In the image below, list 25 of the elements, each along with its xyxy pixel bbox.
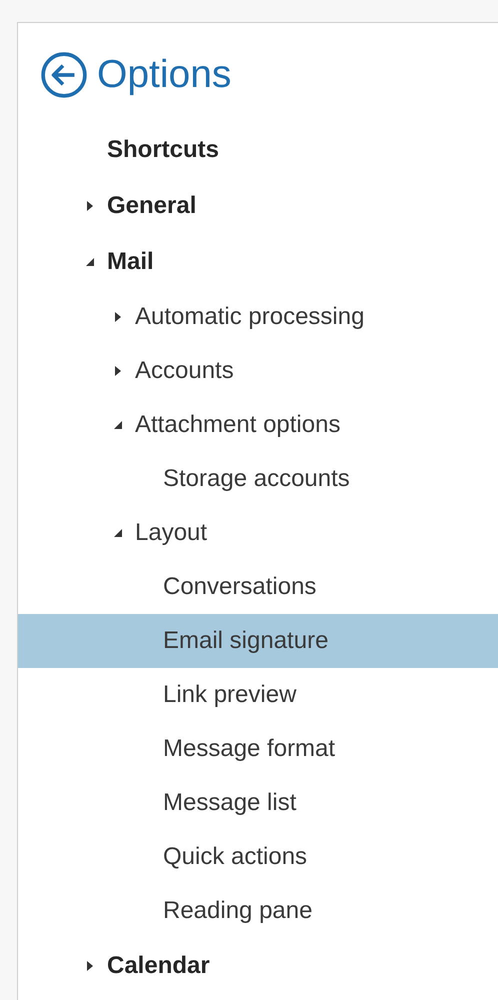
tree-item[interactable]: Message list (18, 776, 498, 830)
caret-right-icon[interactable] (85, 960, 95, 972)
tree-item[interactable]: Accounts (18, 344, 498, 398)
tree-item[interactable]: Automatic processing (18, 290, 498, 344)
tree-item[interactable]: Shortcuts (18, 122, 498, 178)
page-title: Options (97, 53, 232, 97)
tree-item[interactable]: Mail (18, 234, 498, 290)
caret-down-icon[interactable] (113, 527, 123, 539)
back-icon[interactable] (40, 51, 88, 99)
tree-item[interactable]: Reading pane (18, 884, 498, 938)
caret-down-icon[interactable] (113, 419, 123, 431)
tree-item[interactable]: Storage accounts (18, 452, 498, 506)
tree-item[interactable]: Attachment options (18, 398, 498, 452)
tree-item[interactable]: Link preview (18, 668, 498, 722)
tree-item[interactable]: Quick actions (18, 830, 498, 884)
tree-item[interactable]: General (18, 178, 498, 234)
tree-item[interactable]: Conversations (18, 560, 498, 614)
caret-down-icon[interactable] (85, 256, 95, 268)
tree-item[interactable]: Layout (18, 506, 498, 560)
tree-item[interactable]: Message format (18, 722, 498, 776)
tree-item[interactable]: Email signature (18, 614, 498, 668)
tree-item[interactable]: Calendar (18, 938, 498, 994)
caret-right-icon[interactable] (85, 200, 95, 212)
caret-right-icon[interactable] (113, 365, 123, 377)
caret-right-icon[interactable] (113, 311, 123, 323)
